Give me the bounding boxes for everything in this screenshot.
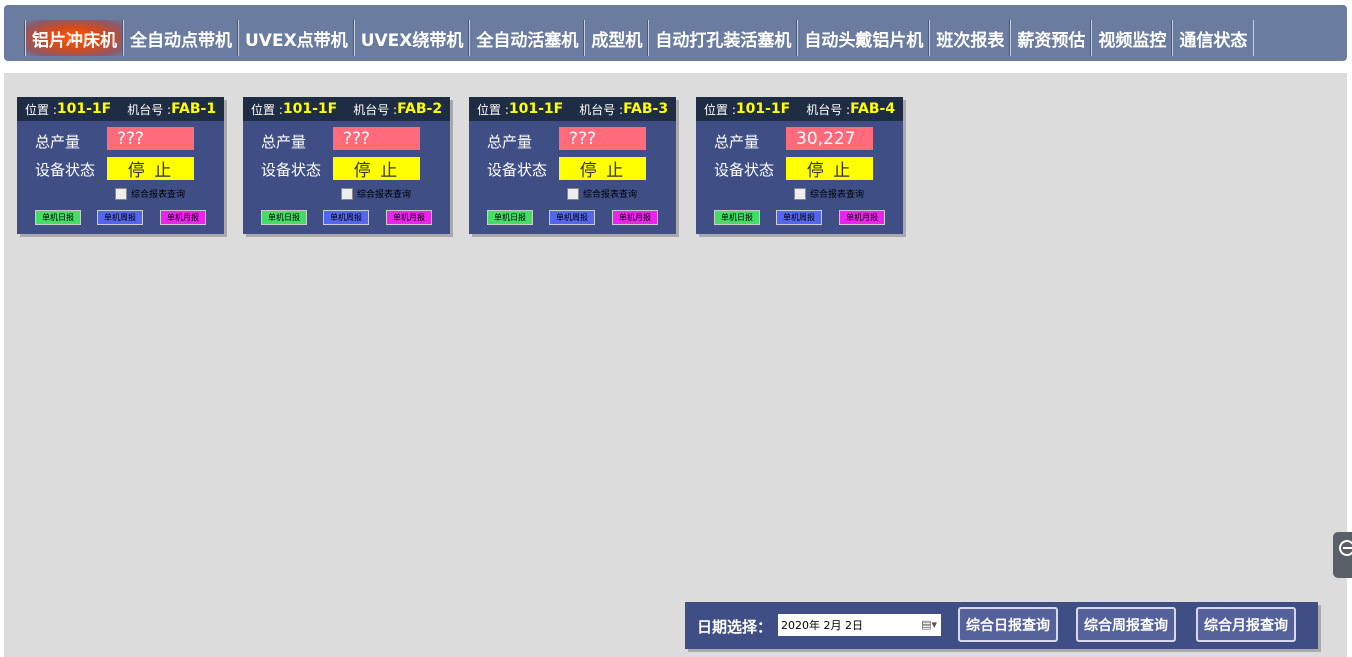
daily-report-button[interactable]: 单机日报 [714,210,760,225]
checkbox-label: 综合报表查询 [583,190,638,200]
weekly-report-button[interactable]: 单机周报 [323,210,369,225]
weekly-report-button[interactable]: 单机周报 [97,210,143,225]
nav-item-uvex-tape[interactable]: UVEX点带机 [238,20,354,56]
card-header: 位置 : 101-1F 机台号 : FAB-1 [17,97,224,121]
daily-query-button[interactable]: 综合日报查询 [958,607,1058,642]
card-header: 位置 : 101-1F 机台号 : FAB-3 [469,97,676,121]
nav-item-shift-report[interactable]: 班次报表 [929,20,1010,56]
output-label: 总产量 [35,133,81,151]
nav-item-aluminum-punch[interactable]: 铝片冲床机 [25,20,123,56]
position-value: 101-1F [508,101,564,117]
checkbox-square[interactable] [341,187,353,200]
machine-label: 机台号 : [353,102,398,117]
report-query-checkbox[interactable]: 综合报表查询 [794,187,864,200]
machine-label: 机台号 : [127,102,172,117]
output-label: 总产量 [261,133,307,151]
nav-item-auto-tape[interactable]: 全自动点带机 [123,20,238,56]
status-label: 设备状态 [261,161,322,179]
checkbox-square[interactable] [794,187,806,200]
position-value: 101-1F [282,101,338,117]
checkbox-square[interactable] [115,187,127,200]
position-value: 101-1F [56,101,112,117]
collapse-icon[interactable] [1339,540,1352,556]
date-select-label: 日期选择： [697,618,773,636]
output-value: ??? [333,127,420,150]
machine-card: 位置 : 101-1F 机台号 : FAB-2 总产量 ??? 设备状态 停 止… [243,97,450,234]
status-label: 设备状态 [714,161,775,179]
machine-id: FAB-4 [850,101,896,117]
monthly-report-button[interactable]: 单机月报 [612,210,658,225]
checkbox-label: 综合报表查询 [357,190,412,200]
monthly-report-button[interactable]: 单机月报 [386,210,432,225]
nav-item-headband-aluminum[interactable]: 自动头戴铝片机 [797,20,929,56]
output-label: 总产量 [487,133,533,151]
nav-item-video-monitor[interactable]: 视频监控 [1091,20,1172,56]
top-navigation-bar: 铝片冲床机 全自动点带机 UVEX点带机 UVEX绕带机 全自动活塞机 成型机 … [4,5,1347,61]
machine-label: 机台号 : [806,102,851,117]
report-query-checkbox[interactable]: 综合报表查询 [567,187,637,200]
machine-card: 位置 : 101-1F 机台号 : FAB-4 总产量 30,227 设备状态 … [696,97,903,234]
output-value: ??? [107,127,194,150]
daily-report-button[interactable]: 单机日报 [261,210,307,225]
side-collapse-tab[interactable] [1333,532,1352,578]
machine-label: 机台号 : [579,102,624,117]
nav-menu: 铝片冲床机 全自动点带机 UVEX点带机 UVEX绕带机 全自动活塞机 成型机 … [25,15,1255,61]
nav-item-uvex-wind[interactable]: UVEX绕带机 [353,20,470,56]
position-label: 位置 : [251,102,283,117]
report-query-checkbox[interactable]: 综合报表查询 [341,187,411,200]
report-query-checkbox[interactable]: 综合报表查询 [115,187,185,200]
machine-card: 位置 : 101-1F 机台号 : FAB-1 总产量 ??? 设备状态 停 止… [17,97,224,234]
output-value: 30,227 [786,127,873,150]
weekly-report-button[interactable]: 单机周报 [776,210,822,225]
checkbox-square[interactable] [567,187,579,200]
status-value: 停 止 [786,157,873,181]
status-label: 设备状态 [487,161,548,179]
calendar-icon[interactable]: ▤▾ [921,618,937,631]
nav-item-punch-piston[interactable]: 自动打孔装活塞机 [648,20,797,56]
monthly-report-button[interactable]: 单机月报 [160,210,206,225]
status-label: 设备状态 [35,161,96,179]
nav-item-forming[interactable]: 成型机 [584,20,648,56]
nav-item-salary-estimate[interactable]: 薪资预估 [1010,20,1091,56]
monthly-report-button[interactable]: 单机月报 [839,210,885,225]
date-query-bar: 日期选择： 2020年 2月 2日 ▤▾ 综合日报查询 综合周报查询 综合月报查… [685,602,1318,649]
machine-id: FAB-2 [397,101,443,117]
output-label: 总产量 [714,133,760,151]
nav-item-comm-status[interactable]: 通信状态 [1172,20,1255,56]
card-header: 位置 : 101-1F 机台号 : FAB-2 [243,97,450,121]
position-value: 101-1F [735,101,791,117]
output-value: ??? [559,127,646,150]
machine-id: FAB-1 [171,101,217,117]
nav-item-auto-piston[interactable]: 全自动活塞机 [469,20,584,56]
position-label: 位置 : [704,102,736,117]
date-value: 2020年 2月 2日 [781,619,863,632]
weekly-query-button[interactable]: 综合周报查询 [1076,607,1176,642]
monthly-query-button[interactable]: 综合月报查询 [1196,607,1296,642]
status-value: 停 止 [333,157,420,181]
machine-id: FAB-3 [623,101,669,117]
weekly-report-button[interactable]: 单机周报 [549,210,595,225]
status-value: 停 止 [559,157,646,181]
card-header: 位置 : 101-1F 机台号 : FAB-4 [696,97,903,121]
daily-report-button[interactable]: 单机日报 [487,210,533,225]
position-label: 位置 : [477,102,509,117]
status-value: 停 止 [107,157,194,181]
checkbox-label: 综合报表查询 [810,190,865,200]
machine-card: 位置 : 101-1F 机台号 : FAB-3 总产量 ??? 设备状态 停 止… [469,97,676,234]
checkbox-label: 综合报表查询 [131,190,186,200]
daily-report-button[interactable]: 单机日报 [35,210,81,225]
position-label: 位置 : [25,102,57,117]
date-picker-input[interactable]: 2020年 2月 2日 ▤▾ [778,614,941,636]
